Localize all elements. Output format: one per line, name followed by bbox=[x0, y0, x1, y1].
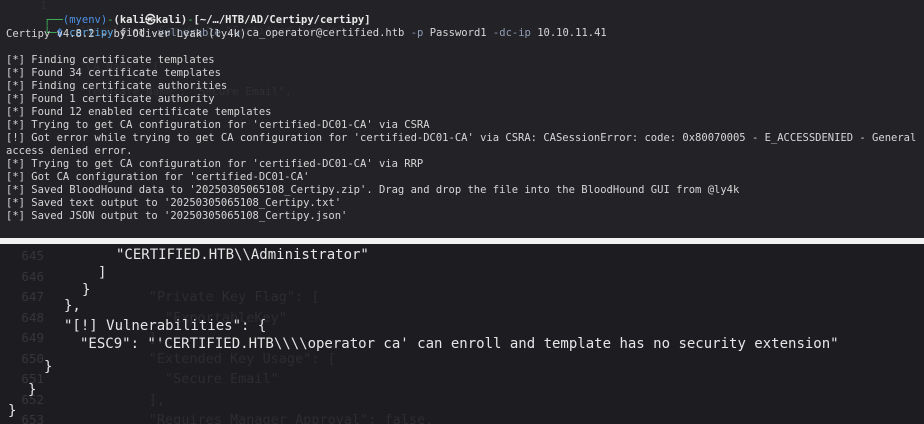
json-line-close-brace: } bbox=[44, 359, 53, 375]
json-line-close-brace-comma: }, bbox=[64, 298, 81, 314]
output-line: [*] Finding certificate templates bbox=[6, 54, 215, 66]
output-line: [*] Trying to get CA configuration for '… bbox=[6, 119, 430, 131]
json-line-close-bracket: ] bbox=[98, 265, 107, 281]
output-line: Certipy v4.8.2 - by Oliver Lyak (ly4k) bbox=[6, 28, 247, 40]
line-number: 645 bbox=[21, 248, 44, 263]
output-line: access denied error. bbox=[6, 145, 133, 157]
json-line-esc9: "ESC9": "'CERTIFIED.HTB\\\\operator ca' … bbox=[80, 336, 839, 352]
command-ip: 10.10.11.41 bbox=[537, 27, 607, 40]
output-line: [*] Trying to get CA configuration for '… bbox=[6, 158, 424, 170]
output-line: [*] Saved text output to '20250305065108… bbox=[6, 197, 342, 209]
json-output-pane[interactable]: 645 646 647 648 649 650 651 652 653 "Private Key… bbox=[0, 244, 924, 424]
output-line: [*] Got CA configuration for 'certified-… bbox=[6, 171, 310, 183]
terminal-pane[interactable]: 1 "Enrollment Service": "Certified Domai… bbox=[0, 0, 924, 238]
json-line-close-brace: } bbox=[82, 282, 91, 298]
command-flag-p: -p bbox=[410, 27, 424, 40]
command-flag-dc-ip: -dc-ip bbox=[492, 27, 531, 40]
output-line: [*] Saved JSON output to '20250305065108… bbox=[6, 210, 348, 222]
output-line: [*] Found 1 certificate authority bbox=[6, 93, 215, 105]
json-line-close-brace: } bbox=[8, 403, 17, 419]
output-line: [*] Found 12 enabled certificate templat… bbox=[6, 106, 272, 118]
line-number: 647 bbox=[21, 289, 44, 304]
output-line: [*] Found 34 certificate templates bbox=[6, 67, 221, 79]
json-line-vulnerabilities-key: "[!] Vulnerabilities": { bbox=[64, 318, 267, 334]
screen: 1 "Enrollment Service": "Certified Domai… bbox=[0, 0, 924, 424]
line-number: 646 bbox=[21, 268, 44, 284]
output-line: [*] Finding certificate authorities bbox=[6, 80, 228, 92]
command-password: Password1 bbox=[429, 27, 487, 40]
output-line: [!] Got error while trying to get CA con… bbox=[6, 132, 917, 144]
json-line-administrator: "CERTIFIED.HTB\\Administrator" bbox=[116, 247, 369, 263]
line-number: 648 bbox=[21, 309, 44, 325]
command-user: ca_operator@certified.htb bbox=[246, 27, 405, 40]
json-line-close-brace: } bbox=[28, 382, 37, 398]
output-line: [*] Saved BloodHound data to '2025030506… bbox=[6, 184, 740, 196]
line-number: 649 bbox=[21, 330, 44, 345]
